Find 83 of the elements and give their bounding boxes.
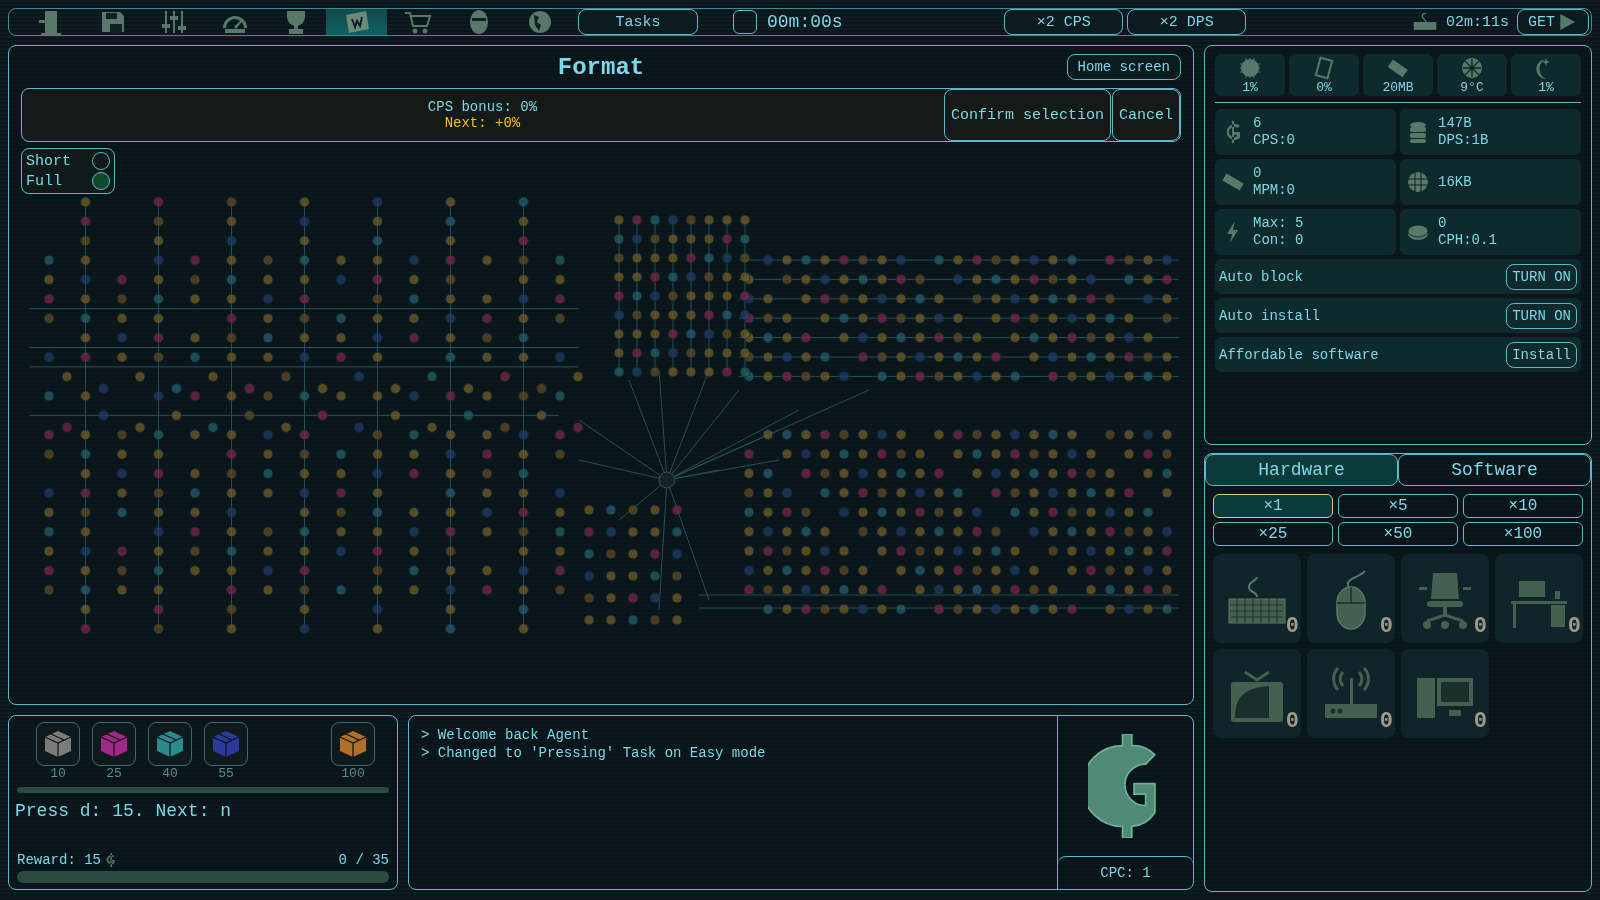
keyboard-icon bbox=[1412, 13, 1438, 31]
task-prompt: Press d: 15. Next: n bbox=[15, 801, 233, 821]
hardware-item[interactable]: 0 bbox=[1401, 649, 1489, 738]
stat-value: MPM:0 bbox=[1253, 182, 1295, 199]
setting-button[interactable]: Install bbox=[1506, 341, 1577, 368]
stat-value: DPS:1B bbox=[1438, 132, 1489, 149]
mode-option[interactable]: Full bbox=[26, 172, 110, 190]
shop-tab[interactable]: Hardware bbox=[1205, 454, 1398, 486]
stat-value: 0 bbox=[1253, 165, 1263, 182]
sensor-value: 9°C bbox=[1460, 79, 1484, 95]
sensor-value: 1% bbox=[1538, 79, 1554, 95]
item-count: 0 bbox=[1473, 709, 1487, 734]
next-bonus-text: Next: +0% bbox=[444, 115, 521, 131]
stat-value: Max: 5 bbox=[1253, 215, 1304, 232]
task-progress-text: 0 / 35 bbox=[338, 852, 389, 868]
crate-button[interactable] bbox=[204, 722, 248, 766]
home-screen-button[interactable]: Home screen bbox=[1066, 54, 1181, 80]
hardware-item[interactable]: 0 bbox=[1213, 649, 1301, 738]
task-timer: 00m:00s bbox=[767, 12, 843, 32]
setting-label: Auto block bbox=[1219, 268, 1303, 285]
item-count: 0 bbox=[1379, 614, 1393, 639]
multiplier-button[interactable]: ×5 bbox=[1338, 494, 1458, 518]
currency-icon bbox=[105, 853, 116, 867]
cpc-text: CPC: 1 bbox=[1058, 856, 1193, 889]
multiplier-button[interactable]: ×25 bbox=[1213, 522, 1333, 546]
multiplier-button[interactable]: ×1 bbox=[1213, 494, 1333, 518]
stat-value: 16KB bbox=[1438, 173, 1472, 191]
mode-label: Full bbox=[26, 172, 62, 190]
crate-label: 100 bbox=[341, 766, 365, 781]
setting-label: Affordable software bbox=[1219, 346, 1379, 363]
item-count: 0 bbox=[1567, 614, 1581, 639]
item-count: 0 bbox=[1285, 709, 1299, 734]
reward-text: Reward: 15 bbox=[17, 852, 101, 868]
crate-button[interactable] bbox=[331, 722, 375, 766]
crate-button[interactable] bbox=[148, 722, 192, 766]
hardware-item[interactable]: 0 bbox=[1213, 554, 1301, 643]
cart-icon bbox=[402, 9, 433, 35]
crate-label: 55 bbox=[218, 766, 234, 781]
bonus-timer: 02m:11s bbox=[1446, 13, 1509, 31]
item-count: 0 bbox=[1379, 709, 1393, 734]
boost-button[interactable]: ×2 CPS bbox=[1004, 9, 1124, 35]
shop-tab[interactable]: Software bbox=[1398, 454, 1591, 486]
multiplier-button[interactable]: ×100 bbox=[1463, 522, 1583, 546]
crate-label: 25 bbox=[106, 766, 122, 781]
hardware-item[interactable]: 0 bbox=[1401, 554, 1489, 643]
tasks-button[interactable]: Tasks bbox=[578, 9, 698, 35]
timer-checkbox[interactable] bbox=[733, 10, 757, 34]
panel-title: Format bbox=[557, 53, 645, 81]
hardware-item[interactable]: 0 bbox=[1307, 554, 1395, 643]
crate-button[interactable] bbox=[92, 722, 136, 766]
toolbar-button[interactable] bbox=[326, 9, 387, 35]
stat-value: 0 bbox=[1438, 215, 1448, 232]
sensor-value: 20MB bbox=[1382, 79, 1414, 95]
setting-button[interactable]: TURN ON bbox=[1506, 302, 1577, 329]
hardware-item[interactable]: 0 bbox=[1307, 649, 1395, 738]
stat-value: CPH:0.1 bbox=[1438, 232, 1497, 249]
crate-button[interactable] bbox=[36, 722, 80, 766]
stat-value: 6 bbox=[1253, 115, 1263, 132]
multiplier-button[interactable]: ×10 bbox=[1463, 494, 1583, 518]
sensor-value: 0% bbox=[1316, 79, 1332, 95]
sensor-value: 1% bbox=[1242, 79, 1258, 95]
multiplier-button[interactable]: ×50 bbox=[1338, 522, 1458, 546]
log-line: > Welcome back Agent bbox=[421, 726, 591, 744]
crate-label: 10 bbox=[50, 766, 66, 781]
setting-label: Auto install bbox=[1219, 307, 1320, 324]
radio-button[interactable] bbox=[92, 172, 110, 190]
mode-label: Short bbox=[26, 152, 71, 170]
crate-label: 40 bbox=[162, 766, 178, 781]
cpu-chip-icon bbox=[1238, 55, 1262, 80]
mode-option[interactable]: Short bbox=[26, 152, 110, 170]
item-count: 0 bbox=[1285, 614, 1299, 639]
setting-button[interactable]: TURN ON bbox=[1506, 263, 1577, 290]
confirm-selection-button[interactable]: Confirm selection bbox=[943, 89, 1111, 141]
item-count: 0 bbox=[1473, 614, 1487, 639]
hardware-item[interactable]: 0 bbox=[1495, 554, 1583, 643]
stat-value: CPS:0 bbox=[1253, 132, 1295, 149]
stat-value: 147B bbox=[1438, 115, 1473, 132]
boost-button[interactable]: ×2 DPS bbox=[1127, 9, 1247, 35]
stat-value: Con: 0 bbox=[1253, 232, 1304, 249]
cancel-button[interactable]: Cancel bbox=[1112, 89, 1180, 141]
cps-bonus-text: CPS bonus: 0% bbox=[427, 99, 538, 115]
get-button[interactable]: GET bbox=[1517, 9, 1589, 35]
log-line: > Changed to 'Pressing' Task on Easy mode bbox=[421, 744, 767, 762]
